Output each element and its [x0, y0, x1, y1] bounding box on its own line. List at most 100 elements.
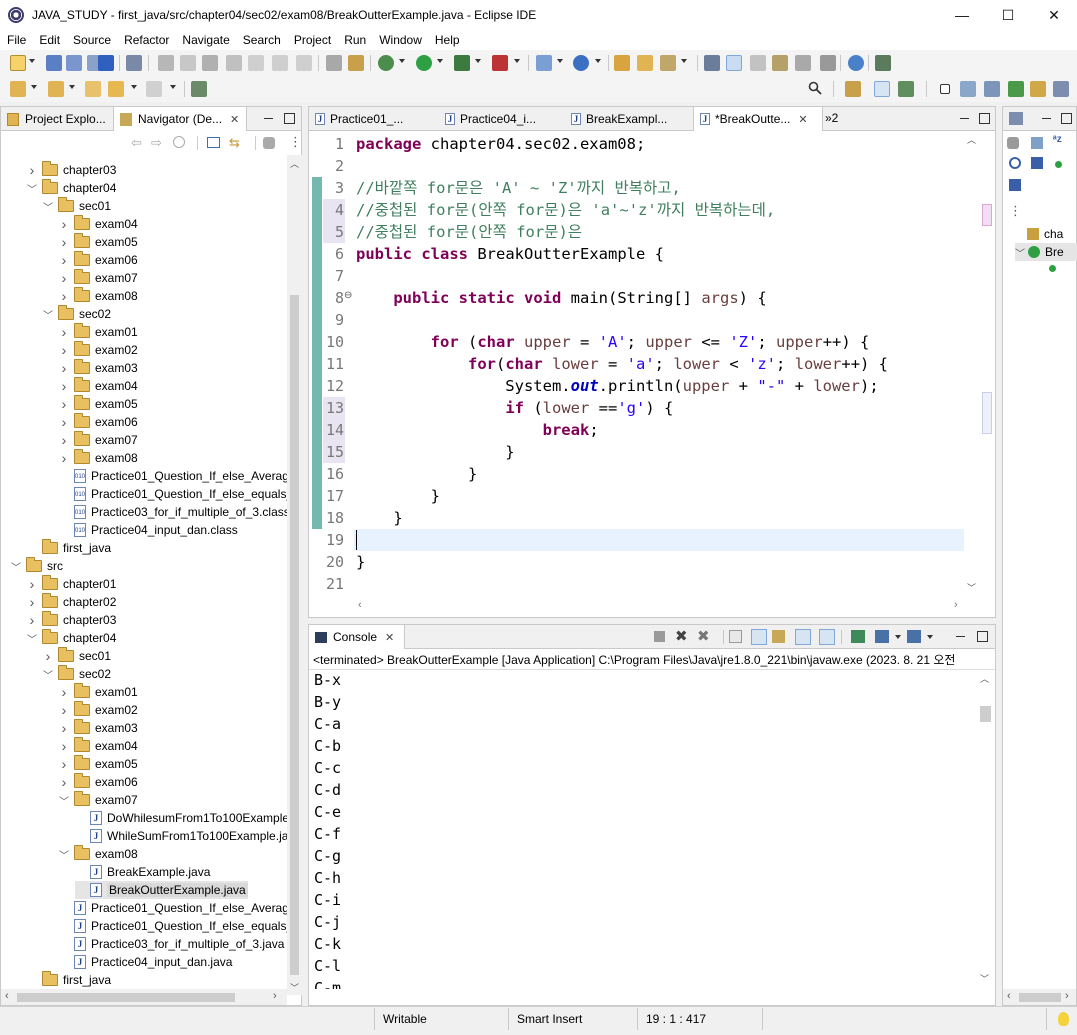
- close-editor-tab-icon[interactable]: ✕: [798, 113, 807, 126]
- tree-item[interactable]: J WhileSumFrom1To100Example.java: [75, 827, 289, 845]
- tree-item[interactable]: ﹀ sec02: [43, 665, 111, 683]
- menu-project[interactable]: Project: [287, 30, 337, 50]
- toolbar-view-3-icon[interactable]: [1008, 81, 1024, 97]
- maximize-button[interactable]: ☐: [985, 0, 1031, 30]
- external-tools-icon[interactable]: [492, 55, 508, 71]
- menu-edit[interactable]: Edit: [32, 30, 66, 50]
- outline-view-menu-icon[interactable]: ⋮: [1009, 203, 1022, 219]
- chevron-right-icon[interactable]: ›: [27, 576, 37, 592]
- java-perspective-icon[interactable]: [874, 81, 890, 97]
- editor-vertical-scrollbar[interactable]: ︿ ﹀: [964, 131, 980, 599]
- menu-window[interactable]: Window: [372, 30, 428, 50]
- chevron-right-icon[interactable]: ›: [59, 360, 69, 376]
- chevron-right-icon[interactable]: ›: [59, 450, 69, 466]
- tree-item[interactable]: 010 Practice01_Question_If_else_equals_Id…: [59, 485, 289, 503]
- hide-static-icon[interactable]: [1031, 157, 1043, 169]
- chevron-down-icon[interactable]: ﹀: [43, 667, 53, 682]
- back-arrow-icon[interactable]: [108, 81, 124, 97]
- chevron-down-icon[interactable]: ﹀: [43, 199, 53, 214]
- pin-editor-icon[interactable]: [191, 81, 207, 97]
- toolbar-view-1-icon[interactable]: [960, 81, 976, 97]
- sort-az-icon[interactable]: ᵃz: [1053, 134, 1062, 145]
- clear-console-icon[interactable]: [729, 630, 742, 643]
- open-type-icon[interactable]: [614, 55, 630, 71]
- tree-item[interactable]: › exam02: [59, 341, 138, 359]
- chevron-right-icon[interactable]: ›: [27, 162, 37, 178]
- chevron-right-icon[interactable]: ›: [43, 648, 53, 664]
- close-button[interactable]: ✕: [1031, 0, 1077, 30]
- chevron-right-icon[interactable]: ›: [59, 756, 69, 772]
- tab-project-explorer[interactable]: Project Explo...: [1, 107, 113, 131]
- tree-item[interactable]: › exam05: [59, 395, 138, 413]
- terminate-icon[interactable]: [202, 55, 218, 71]
- tree-item[interactable]: › exam01: [59, 323, 138, 341]
- chevron-down-icon[interactable]: ﹀: [27, 181, 37, 196]
- tree-item[interactable]: › chapter03: [27, 161, 116, 179]
- tree-item[interactable]: first_java: [27, 971, 111, 989]
- chevron-right-icon[interactable]: ›: [59, 774, 69, 790]
- next-annotation-icon[interactable]: [772, 55, 788, 71]
- outline-view-icon[interactable]: [1009, 112, 1023, 125]
- nav-home-icon[interactable]: [173, 136, 185, 148]
- close-console-icon[interactable]: ✕: [385, 631, 394, 644]
- chevron-right-icon[interactable]: ›: [27, 594, 37, 610]
- tree-item[interactable]: J BreakExample.java: [75, 863, 210, 881]
- menu-refactor[interactable]: Refactor: [117, 30, 175, 50]
- next-edit-dropdown-icon[interactable]: [69, 85, 75, 89]
- new-icon[interactable]: [10, 55, 26, 71]
- new-java-dropdown-icon[interactable]: [557, 59, 563, 63]
- outline-item-package[interactable]: cha: [1027, 225, 1063, 243]
- tree-item[interactable]: › exam06: [59, 413, 138, 431]
- terminal-icon[interactable]: [98, 55, 114, 71]
- tree-item[interactable]: J Practice03_for_if_multiple_of_3.java: [59, 935, 284, 953]
- tree-item[interactable]: J DoWhilesumFrom1To100Example.ja: [75, 809, 289, 827]
- nav-forward-icon[interactable]: ⇨: [151, 135, 162, 151]
- outline-collapse-icon[interactable]: [1007, 137, 1019, 149]
- tree-item[interactable]: › exam05: [59, 755, 138, 773]
- tree-item[interactable]: › exam04: [59, 737, 138, 755]
- maximize-outline-icon[interactable]: [1061, 113, 1072, 124]
- tab-breakexample[interactable]: J BreakExampl...: [565, 107, 695, 131]
- outline-horizontal-scrollbar[interactable]: ‹ ›: [1003, 989, 1076, 1005]
- search-tool-icon[interactable]: [660, 55, 676, 71]
- tree-item[interactable]: 010 Practice03_for_if_multiple_of_3.class: [59, 503, 289, 521]
- step-over-icon[interactable]: [272, 55, 288, 71]
- search-icon[interactable]: [808, 81, 822, 95]
- run-dropdown-icon[interactable]: [437, 59, 443, 63]
- tree-item[interactable]: ﹀ exam07: [59, 791, 138, 809]
- remote-icon[interactable]: [875, 55, 891, 71]
- tree-item[interactable]: › exam06: [59, 251, 138, 269]
- view-menu-icon[interactable]: ⋮: [289, 134, 302, 150]
- tree-item[interactable]: › exam07: [59, 431, 138, 449]
- display-console-icon[interactable]: [875, 630, 889, 643]
- tab-breakoutterexample[interactable]: J *BreakOutte... ✕: [693, 107, 823, 131]
- tree-item[interactable]: › exam07: [59, 269, 138, 287]
- hide-nonpublic-icon[interactable]: [1055, 161, 1062, 168]
- tab-console[interactable]: Console ✕: [309, 625, 405, 649]
- chevron-right-icon[interactable]: ›: [59, 702, 69, 718]
- next-edit-icon[interactable]: [48, 81, 64, 97]
- tree-item[interactable]: › exam02: [59, 701, 138, 719]
- tree-item[interactable]: ﹀ sec02: [43, 305, 111, 323]
- tree-item[interactable]: J BreakOutterExample.java: [75, 881, 248, 899]
- tree-item[interactable]: › exam05: [59, 233, 138, 251]
- minimize-editor-icon[interactable]: [959, 113, 970, 124]
- mark-occurrences-icon[interactable]: [726, 55, 742, 71]
- skip-breakpoints-icon[interactable]: [126, 55, 142, 71]
- chevron-right-icon[interactable]: ›: [59, 324, 69, 340]
- disconnect-icon[interactable]: [226, 55, 242, 71]
- terminate-console-icon[interactable]: [654, 631, 665, 642]
- tree-item[interactable]: › exam08: [59, 449, 138, 467]
- resume-icon[interactable]: [158, 55, 174, 71]
- display-console-dropdown-icon[interactable]: [895, 635, 901, 639]
- toolbar-view-5-icon[interactable]: [1053, 81, 1069, 97]
- chevron-right-icon[interactable]: ›: [59, 720, 69, 736]
- tree-item[interactable]: › chapter03: [27, 611, 116, 629]
- forward-arrow-icon[interactable]: [146, 81, 162, 97]
- chevron-right-icon[interactable]: ›: [59, 342, 69, 358]
- chevron-right-icon[interactable]: ›: [59, 378, 69, 394]
- menu-navigate[interactable]: Navigate: [175, 30, 235, 50]
- chevron-right-icon[interactable]: ›: [59, 432, 69, 448]
- tree-horizontal-scrollbar[interactable]: ‹ ›: [1, 989, 287, 1005]
- collapse-all-icon[interactable]: [207, 137, 220, 148]
